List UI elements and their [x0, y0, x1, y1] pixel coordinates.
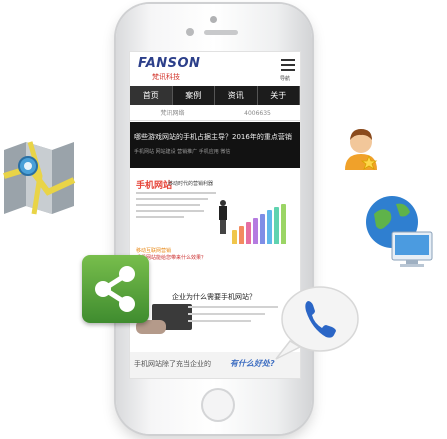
globe-icon — [362, 192, 436, 270]
subtab-network[interactable]: 梵讯网络 — [130, 107, 215, 121]
menu-label: 导航 — [280, 76, 291, 82]
question-heading: 企业为什么需要手机网站？ — [172, 293, 256, 301]
sub-tabs: 梵讯网络 4006635 — [130, 107, 300, 121]
section-title: 手机网站 — [136, 181, 173, 191]
bar-graphic — [232, 202, 296, 244]
phone-call-icon — [270, 285, 360, 363]
home-button[interactable] — [201, 388, 235, 422]
section-subtitle: 移动时代的营销利器 — [168, 181, 214, 187]
menu-icon — [281, 59, 295, 61]
footer-highlight: 有什么好处? — [230, 359, 275, 368]
site-logo[interactable]: FANSON — [138, 56, 200, 71]
user-icon — [341, 126, 381, 172]
earpiece-speaker — [204, 30, 238, 35]
front-sensor — [210, 16, 217, 23]
front-camera — [186, 28, 194, 36]
nav-tab-cases[interactable]: 案例 — [173, 86, 215, 105]
subtab-phone[interactable]: 4006635 — [215, 107, 300, 121]
nav-tab-home[interactable]: 首页 — [130, 86, 173, 105]
share-icon — [82, 255, 149, 323]
main-nav: 首页 案例 资讯 关于 — [130, 86, 300, 105]
smartphone-mockup: FANSON 梵讯科技 导航 首页 案例 资讯 关于 梵讯网络 4006635 … — [116, 4, 312, 434]
banner-tags: 手机网站 网站建设 营销推广 手机应用 微信 — [134, 149, 231, 155]
nav-tab-about[interactable]: 关于 — [258, 86, 300, 105]
question-body-text — [188, 306, 278, 327]
site-logo-subtitle: 梵讯科技 — [152, 73, 180, 81]
menu-button[interactable]: 导航 — [280, 56, 296, 82]
presenter-figure — [218, 200, 228, 236]
footer-text: 手机网站除了充当企业的 — [134, 360, 211, 368]
promo-line-1: 移动互联网营销 — [136, 248, 172, 254]
section-body-text — [136, 192, 216, 222]
map-icon — [0, 136, 78, 218]
site-header: FANSON 梵讯科技 导航 — [130, 52, 300, 86]
banner-headline: 哪些游戏网站的手机占据主导？2016年的重点营销 — [134, 133, 292, 141]
nav-tab-news[interactable]: 资讯 — [215, 86, 258, 105]
hero-banner[interactable]: 哪些游戏网站的手机占据主导？2016年的重点营销 手机网站 网站建设 营销推广 … — [130, 122, 300, 168]
